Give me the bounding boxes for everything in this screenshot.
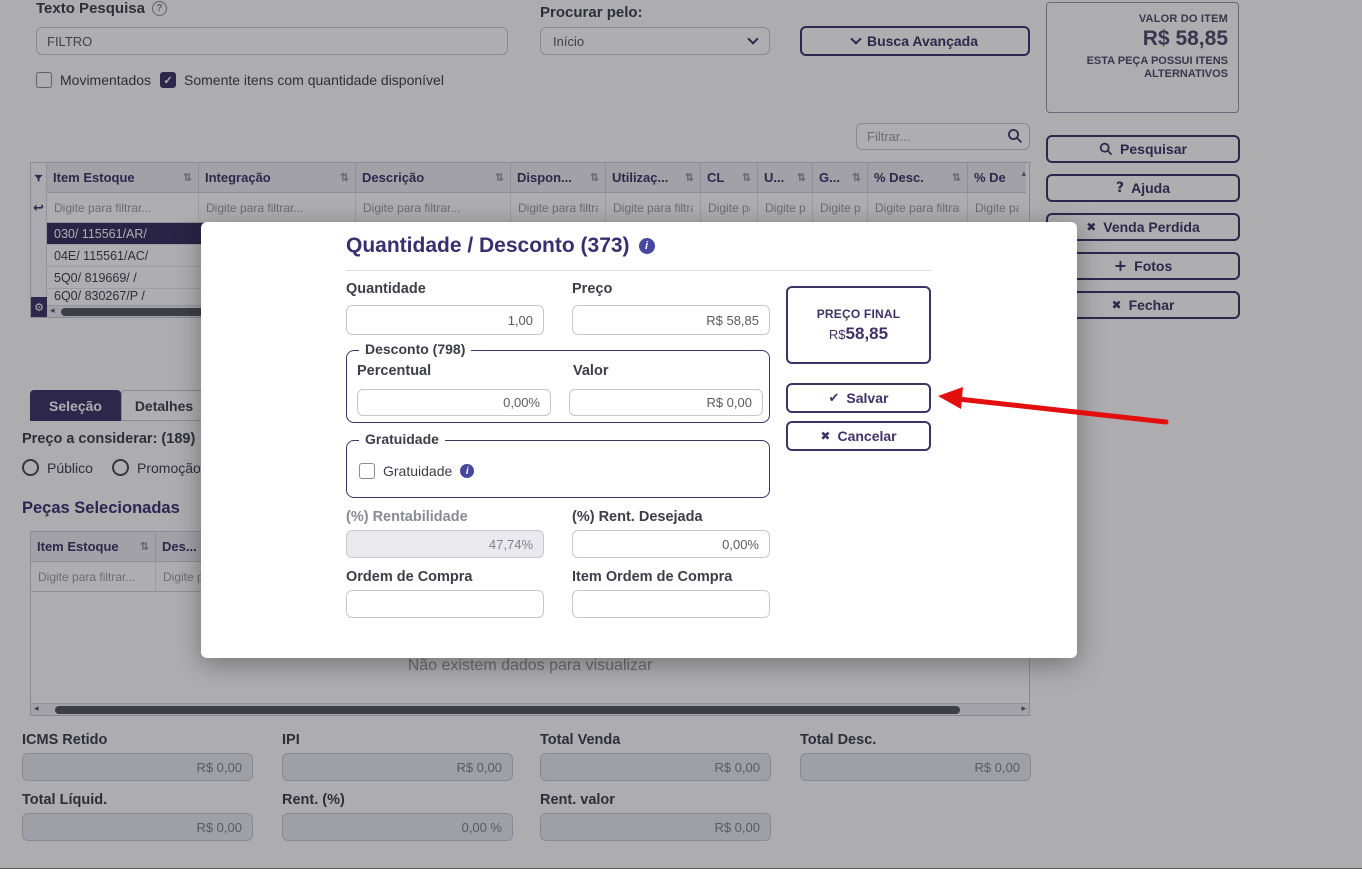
rent-desejada-input[interactable] — [572, 530, 770, 558]
info-icon[interactable]: i — [638, 238, 655, 254]
check-icon: ✔ — [828, 390, 840, 406]
valor-input[interactable] — [569, 389, 763, 416]
preco-input[interactable] — [572, 305, 770, 335]
percentual-input[interactable] — [357, 389, 551, 416]
salvar-button[interactable]: ✔ Salvar — [786, 383, 931, 413]
cancelar-button[interactable]: ✖ Cancelar — [786, 421, 931, 451]
salvar-label: Salvar — [846, 390, 889, 406]
percentual-label: Percentual — [357, 363, 432, 379]
gratuidade-checkbox-label: Gratuidade — [383, 463, 453, 479]
desconto-fieldset: Desconto (798) Percentual Valor — [346, 341, 770, 423]
ordem-compra-input[interactable] — [346, 590, 544, 618]
modal-title-row: Quantidade / Desconto (373) i — [346, 234, 655, 258]
quantidade-label: Quantidade — [346, 281, 426, 297]
preco-final-box: PREÇO FINAL R$58,85 — [786, 286, 931, 364]
modal-divider — [346, 270, 932, 271]
valor-label: Valor — [573, 363, 609, 379]
gratuidade-legend: Gratuidade — [359, 431, 445, 447]
item-ordem-compra-input[interactable] — [572, 590, 770, 618]
item-ordem-compra-label: Item Ordem de Compra — [572, 569, 733, 585]
rentabilidade-input — [346, 530, 544, 558]
cancelar-label: Cancelar — [837, 428, 897, 444]
ordem-compra-label: Ordem de Compra — [346, 569, 473, 585]
preco-label: Preço — [572, 281, 613, 297]
preco-final-value: R$58,85 — [829, 324, 888, 344]
rentabilidade-label: (%) Rentabilidade — [346, 509, 468, 525]
rent-desejada-label: (%) Rent. Desejada — [572, 509, 703, 525]
info-icon[interactable]: i — [460, 464, 475, 478]
quantidade-desconto-modal: Quantidade / Desconto (373) i Quantidade… — [201, 222, 1077, 658]
close-icon: ✖ — [820, 429, 831, 443]
gratuidade-checkbox[interactable] — [359, 463, 375, 479]
gratuidade-checkbox-row[interactable]: Gratuidade i — [359, 463, 475, 479]
modal-title: Quantidade / Desconto (373) — [346, 234, 630, 257]
desconto-legend: Desconto (798) — [359, 341, 472, 357]
app-window: Texto Pesquisa ? Movimentados ✓ Somente … — [0, 0, 1362, 883]
preco-final-label: PREÇO FINAL — [816, 306, 901, 321]
preco-final-amount: 58,85 — [845, 323, 889, 343]
quantidade-input[interactable] — [346, 305, 544, 335]
gratuidade-fieldset: Gratuidade Gratuidade i — [346, 431, 770, 498]
preco-final-prefix: R$ — [828, 326, 846, 342]
